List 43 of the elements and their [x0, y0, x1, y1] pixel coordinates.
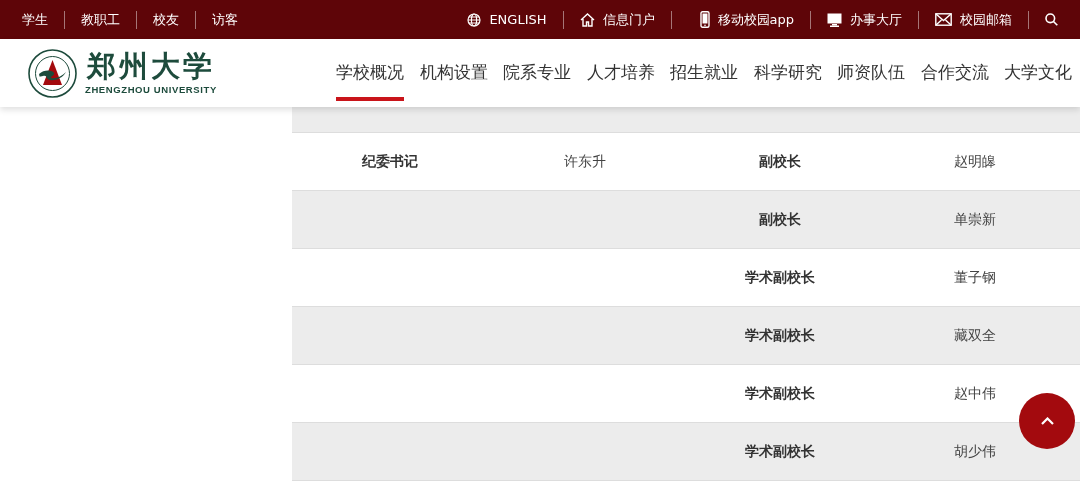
nav-tab[interactable]: 大学文化: [1004, 39, 1072, 107]
mail-icon: [935, 13, 952, 26]
top-link[interactable]: 办事大厅: [827, 9, 902, 30]
position-title: 学术副校长: [744, 269, 815, 285]
top-link[interactable]: 校友: [153, 9, 179, 30]
nav-tab[interactable]: 院系专业: [503, 39, 571, 107]
position-title: 纪委书记: [361, 153, 418, 169]
top-link[interactable]: 校园邮箱: [935, 9, 1012, 30]
nav-tab[interactable]: 科学研究: [753, 39, 822, 107]
chevron-up-icon: [1040, 417, 1054, 425]
nav-tab[interactable]: 人才培养: [586, 39, 655, 107]
monitor-icon: [827, 12, 842, 27]
position-title: 副校长: [758, 153, 801, 169]
person-name: 藏双全: [953, 327, 996, 343]
top-link[interactable]: ENGLISH: [467, 9, 547, 30]
back-to-top-button[interactable]: [1019, 393, 1075, 449]
emblem-icon: [28, 48, 77, 98]
home-icon: [579, 12, 595, 27]
nav-tab[interactable]: 机构设置: [419, 39, 488, 107]
phone-icon: [699, 11, 710, 28]
position-title: 学术副校长: [744, 327, 815, 343]
top-link[interactable]: 访客: [212, 9, 238, 30]
position-title: 学术副校长: [744, 385, 815, 401]
university-name: 郑州大学: [86, 51, 215, 81]
top-link[interactable]: 信息门户: [579, 9, 655, 30]
top-link[interactable]: 移动校园app: [699, 9, 794, 30]
person-name: 赵明皞: [953, 153, 996, 169]
person-name: 胡少伟: [953, 443, 996, 459]
person-name: 董子钢: [953, 269, 996, 285]
top-link[interactable]: 学生: [22, 9, 48, 30]
search-icon[interactable]: [1045, 13, 1058, 26]
position-title: 学术副校长: [744, 443, 815, 459]
university-name-english: ZHENGZHOU UNIVERSITY: [85, 84, 217, 95]
person-name: 赵中伟: [953, 385, 996, 401]
nav-tab[interactable]: 合作交流: [920, 39, 989, 107]
position-title: 副校长: [758, 211, 801, 227]
person-name: 许东升: [563, 153, 606, 169]
top-link[interactable]: 教职工: [81, 9, 120, 30]
nav-tab[interactable]: 师资队伍: [837, 39, 905, 107]
person-name: 单崇新: [953, 211, 996, 227]
nav-tab[interactable]: 学校概况: [336, 39, 404, 101]
nav-tab[interactable]: 招生就业: [670, 39, 738, 107]
globe-icon: [467, 12, 482, 27]
